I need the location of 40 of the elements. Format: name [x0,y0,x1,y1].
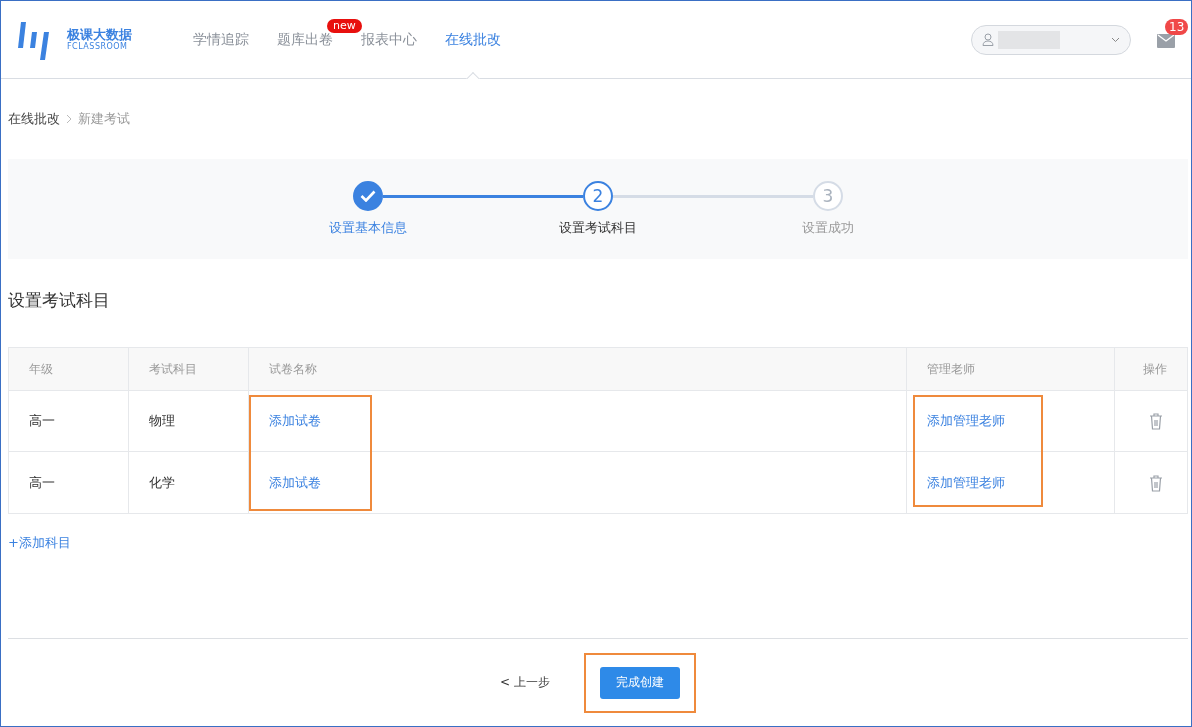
chevron-right-icon [66,114,72,124]
count-badge: 13 [1165,18,1189,35]
logo-text: 极课大数据 [67,27,132,42]
step-circle: 3 [813,181,843,211]
delete-button[interactable] [1149,473,1163,492]
table-cell: 高一 [29,473,55,492]
chevron-down-icon [1111,36,1120,43]
add-teacher-link[interactable]: 添加管理老师 [927,412,1005,430]
nav-tab[interactable]: 报表中心 [361,1,417,78]
breadcrumb-item[interactable]: 新建考试 [78,110,130,128]
step-label: 设置考试科目 [559,219,637,237]
mail-icon[interactable] [1157,33,1175,48]
column-header: 年级 [29,360,53,378]
back-link[interactable]: < 上一步 [500,674,550,691]
add-teacher-link[interactable]: 添加管理老师 [927,473,1005,492]
delete-button[interactable] [1149,412,1163,430]
breadcrumb-item[interactable]: 在线批改 [8,110,60,128]
table-cell: 物理 [149,412,175,430]
check-icon [360,190,376,202]
step-circle: 2 [583,181,613,211]
step-label: 设置基本信息 [329,219,407,237]
nav-tab[interactable]: 学情追踪 [193,1,249,78]
add-paper-link[interactable]: 添加试卷 [269,412,321,430]
logo-subtext: FCLASSROOM [67,41,129,52]
column-header: 管理老师 [927,360,975,378]
step-label: 设置成功 [802,219,854,237]
new-badge: new [327,19,362,33]
add-subject-link[interactable]: +添加科目 [8,534,71,552]
table-cell: 高一 [29,412,55,430]
trash-icon [1149,412,1163,430]
add-paper-link[interactable]: 添加试卷 [269,473,321,492]
column-header: 试卷名称 [269,360,317,378]
finish-button[interactable]: 完成创建 [599,666,680,699]
section-title: 设置考试科目 [8,289,111,312]
trash-icon [1149,473,1163,492]
column-header: 考试科目 [149,360,197,378]
user-dropdown[interactable] [971,24,1131,55]
table-cell: 化学 [149,473,175,492]
user-icon [982,33,994,46]
column-header: 操作 [1143,360,1167,378]
